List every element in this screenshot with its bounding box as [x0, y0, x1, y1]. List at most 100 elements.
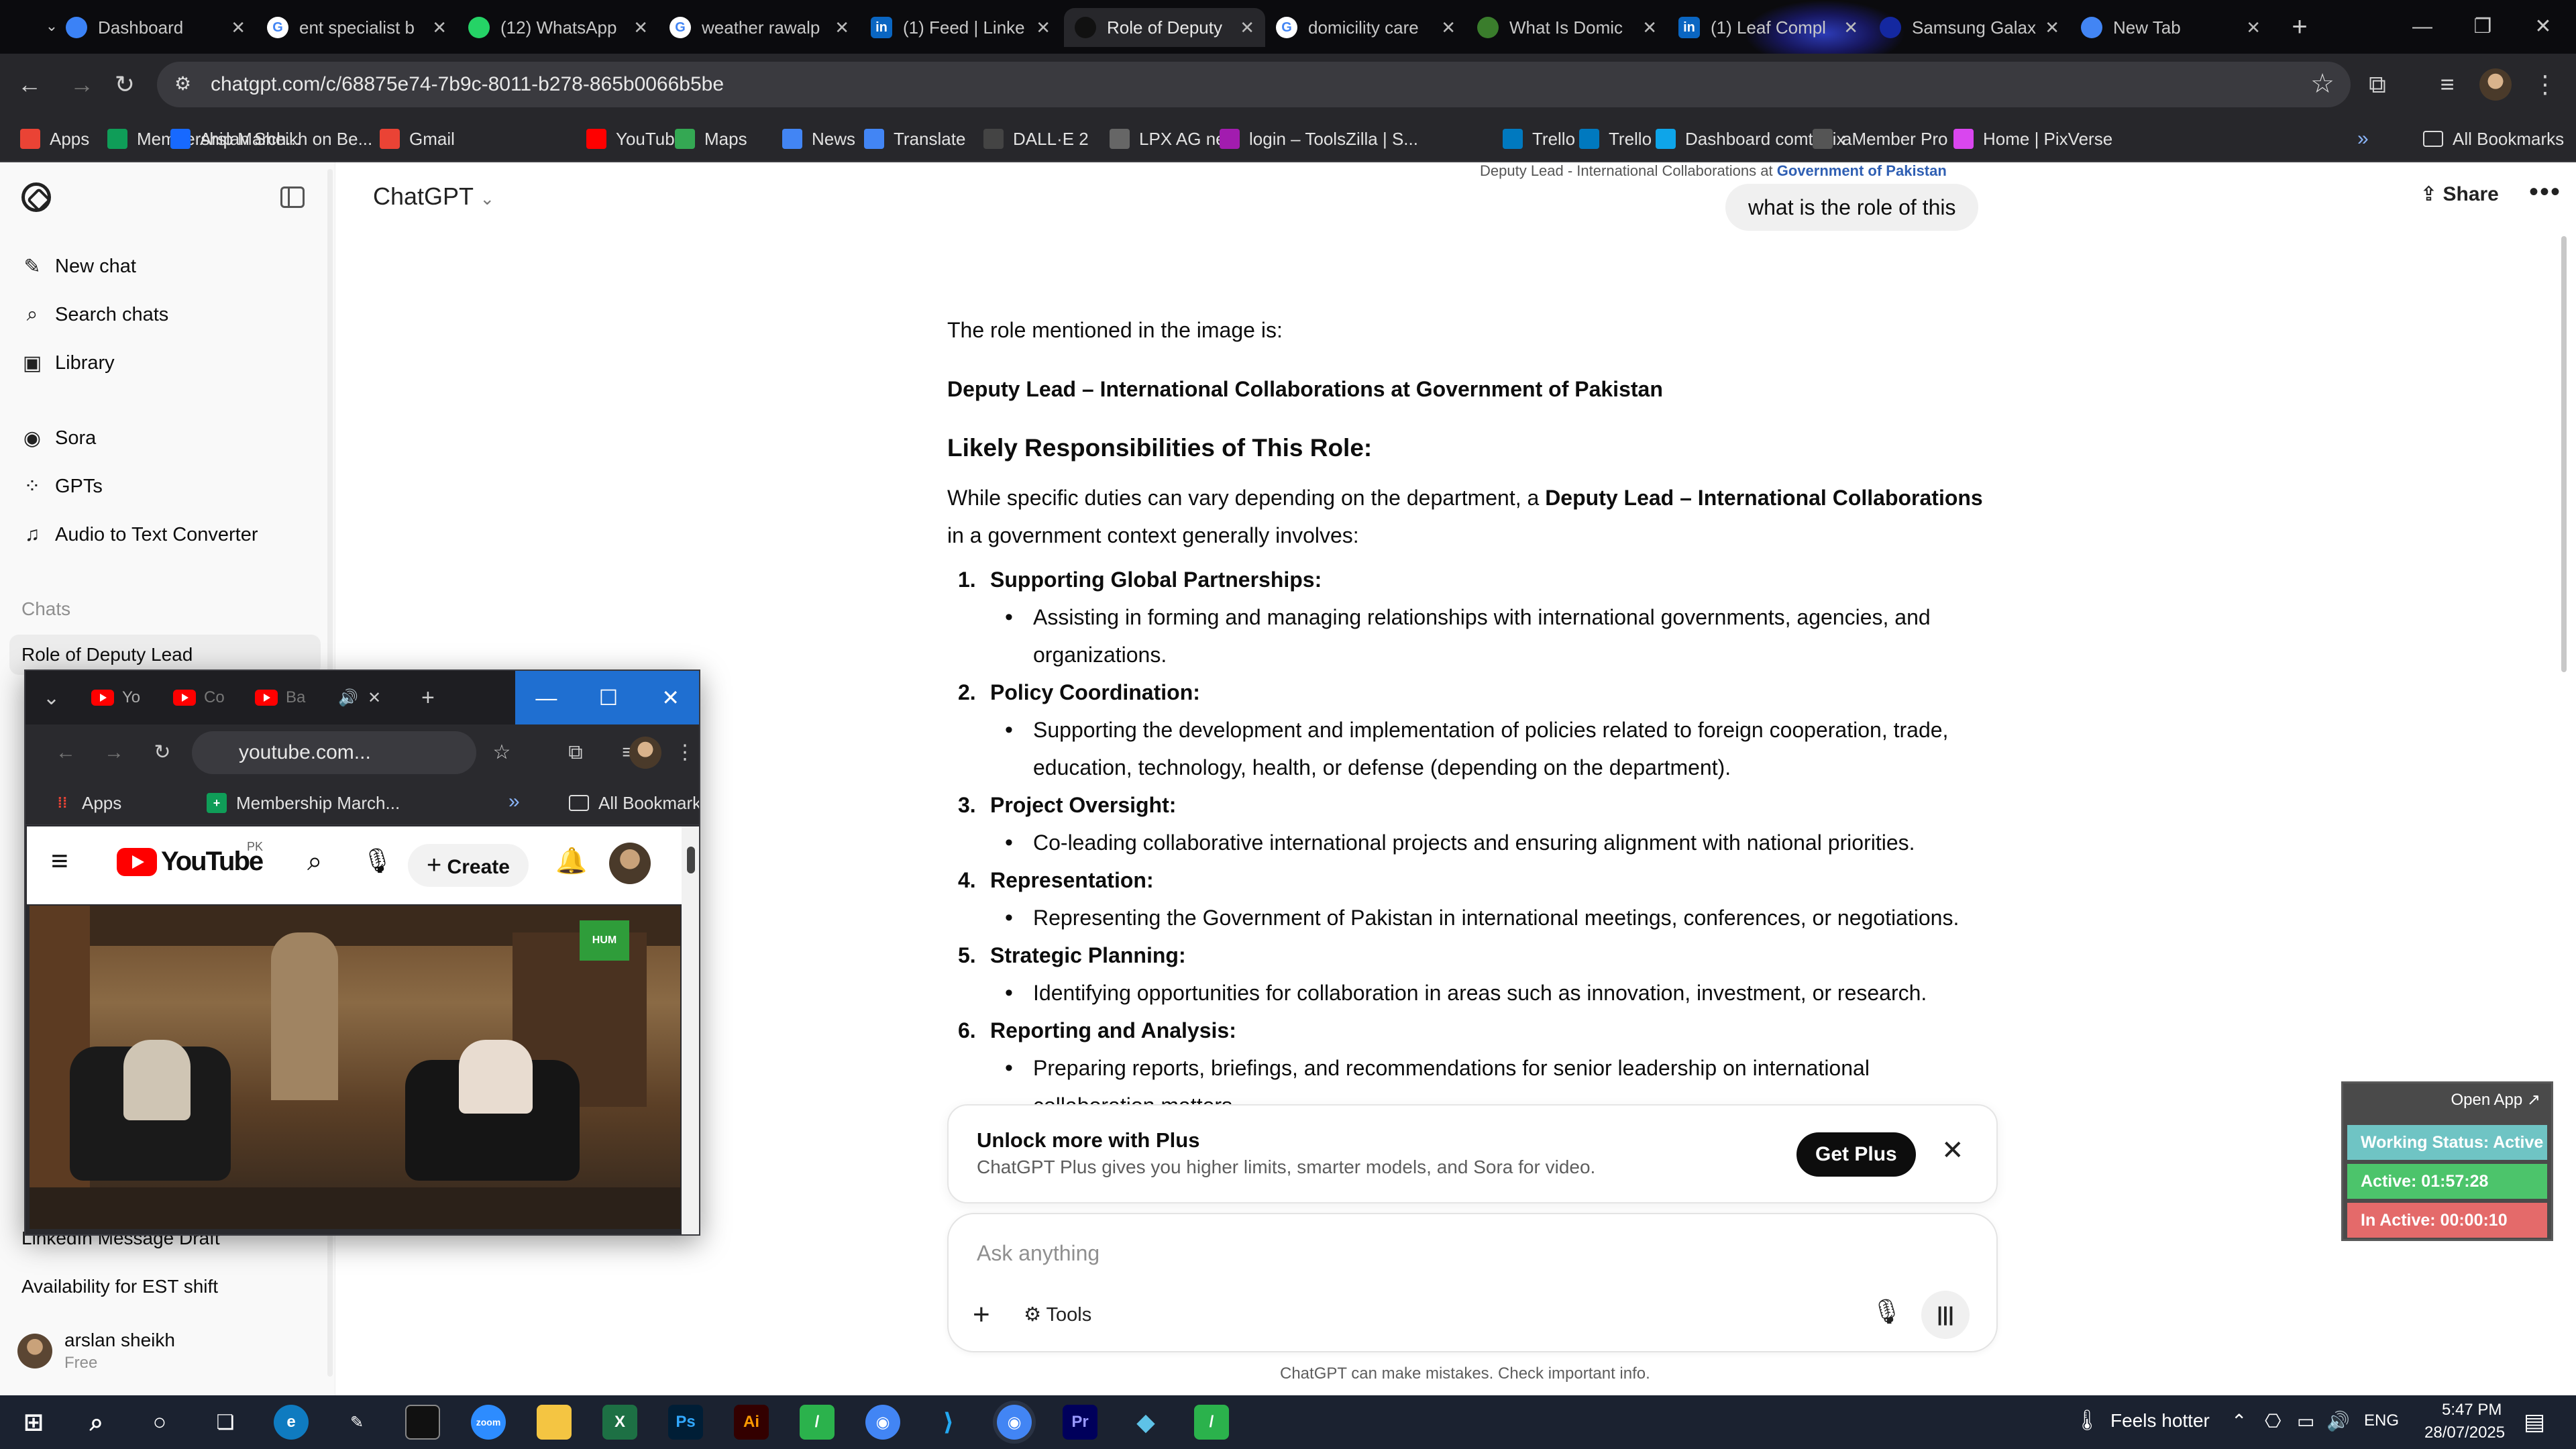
- reload-icon[interactable]: ↻: [106, 66, 144, 103]
- mini-tab[interactable]: Ba: [255, 686, 305, 710]
- sidebar-item-gpts[interactable]: ⁘ GPTs: [20, 470, 102, 503]
- browser-tab[interactable]: Gent specialist b ✕: [256, 8, 458, 47]
- tab-close-icon[interactable]: ✕: [1642, 17, 1657, 38]
- photoshop-icon[interactable]: Ps: [668, 1405, 703, 1440]
- openai-logo-icon[interactable]: [21, 182, 51, 212]
- sidebar-item-library[interactable]: ▣ Library: [20, 346, 115, 380]
- voice-mode-icon[interactable]: |||: [1921, 1291, 1970, 1339]
- terminal-icon[interactable]: [405, 1405, 440, 1440]
- bookmark-item[interactable]: DALL·E 2: [983, 125, 1089, 153]
- task-view-icon[interactable]: ❏: [208, 1405, 243, 1440]
- network-icon[interactable]: ▭: [2297, 1410, 2314, 1432]
- excel-icon[interactable]: X: [602, 1405, 637, 1440]
- bookmark-item[interactable]: LPX AG new: [1110, 125, 1238, 153]
- pen-tool-icon[interactable]: ✎: [339, 1405, 374, 1440]
- bookmark-item[interactable]: Apps: [20, 125, 89, 153]
- profile-avatar[interactable]: [2479, 68, 2512, 101]
- bookmark-item[interactable]: Gmail: [380, 125, 455, 153]
- tab-close-icon[interactable]: ✕: [231, 17, 246, 38]
- youtube-logo[interactable]: YouTube PK: [117, 840, 264, 877]
- camtasia-icon[interactable]: /: [800, 1405, 835, 1440]
- illustrator-icon[interactable]: Ai: [734, 1405, 769, 1440]
- browser-tab[interactable]: Gweather rawalp ✕: [659, 8, 860, 47]
- minimize-button[interactable]: —: [2392, 7, 2453, 47]
- sidebar-item-sora[interactable]: ◉ Sora: [20, 421, 96, 455]
- bookmark-item[interactable]: YouTube: [586, 125, 684, 153]
- app-diamond-icon[interactable]: ◆: [1128, 1405, 1163, 1440]
- mini-back-icon[interactable]: ←: [47, 734, 85, 771]
- browser-tab[interactable]: in (1) Feed | Linke ✕: [860, 8, 1061, 47]
- prompt-input[interactable]: Ask anything: [977, 1241, 1099, 1266]
- bookmark-item[interactable]: aMember Pro: [1813, 125, 1948, 153]
- tab-close-icon[interactable]: ✕: [1441, 17, 1456, 38]
- all-bookmarks[interactable]: All Bookmarks: [2423, 125, 2564, 153]
- tab-close-icon[interactable]: ✕: [633, 17, 648, 38]
- premiere-icon[interactable]: Pr: [1063, 1405, 1097, 1440]
- user-account-button[interactable]: arslan sheikh Free: [17, 1330, 175, 1373]
- site-info-icon[interactable]: ⚙: [174, 72, 199, 97]
- mini-extensions-icon[interactable]: ⧉: [557, 734, 594, 771]
- bookmark-item[interactable]: login – ToolsZilla | S...: [1220, 125, 1418, 153]
- browser-tab[interactable]: New Tab ✕: [2070, 8, 2271, 47]
- windows-start-icon[interactable]: ⊞: [16, 1405, 51, 1440]
- tab-close-icon[interactable]: ✕: [432, 17, 447, 38]
- new-tab-button[interactable]: +: [2285, 13, 2314, 43]
- tray-chevron-icon[interactable]: ⌃: [2231, 1410, 2247, 1432]
- tab-close-icon[interactable]: ✕: [835, 17, 849, 38]
- bookmark-star-icon[interactable]: ☆: [2310, 68, 2334, 99]
- forward-icon[interactable]: →: [63, 66, 101, 103]
- main-scrollbar[interactable]: [2561, 236, 2567, 672]
- search-icon[interactable]: ⌕: [79, 1405, 114, 1440]
- tray-app-icon[interactable]: ⎔: [2265, 1410, 2281, 1432]
- mini-tab[interactable]: Co: [173, 686, 225, 710]
- attach-plus-icon[interactable]: +: [973, 1300, 990, 1330]
- browser-tab[interactable]: Gdomicility care ✕: [1265, 8, 1466, 47]
- bookmark-item[interactable]: Translate: [864, 125, 965, 153]
- browser-tab[interactable]: Dashboard ✕: [55, 8, 256, 47]
- browser-tab[interactable]: (12) WhatsApp ✕: [458, 8, 659, 47]
- chrome-icon[interactable]: ◉: [865, 1405, 900, 1440]
- media-controls-icon[interactable]: ≡: [2428, 66, 2466, 103]
- address-bar[interactable]: ⚙ chatgpt.com/c/68875e74-7b9c-8011-b278-…: [157, 62, 2351, 107]
- language-indicator[interactable]: ENG: [2364, 1411, 2399, 1430]
- bookmark-item[interactable]: News: [782, 125, 855, 153]
- mini-minimize-button[interactable]: —: [515, 671, 578, 724]
- notifications-icon[interactable]: ▤: [2524, 1409, 2545, 1436]
- mini-scroll-thumb[interactable]: [687, 847, 695, 873]
- mini-maximize-button[interactable]: ☐: [578, 671, 640, 724]
- sidebar-item-new-chat[interactable]: ✎ New chat: [20, 250, 136, 283]
- mini-address-bar[interactable]: youtube.com...: [192, 731, 476, 774]
- volume-icon[interactable]: 🔊: [2326, 1410, 2350, 1432]
- mini-all-bookmarks[interactable]: All Bookmarks: [569, 789, 699, 817]
- mini-more-bookmarks-icon[interactable]: »: [508, 788, 520, 816]
- edge-icon[interactable]: e: [274, 1405, 309, 1440]
- share-button[interactable]: ⇪ Share: [2420, 182, 2499, 206]
- sidebar-toggle-icon[interactable]: [280, 186, 305, 208]
- close-window-button[interactable]: ✕: [2513, 7, 2573, 47]
- bookmark-item[interactable]: Trello: [1503, 125, 1575, 153]
- youtube-avatar[interactable]: [609, 843, 651, 884]
- mini-reload-icon[interactable]: ↻: [144, 734, 181, 771]
- mini-bookmark-apps[interactable]: ⁞⁞ Apps: [52, 789, 122, 817]
- browser-tab[interactable]: What Is Domic ✕: [1466, 8, 1668, 47]
- weather-icon[interactable]: 🌡: [2074, 1409, 2100, 1432]
- mini-new-tab-button[interactable]: +: [421, 685, 435, 710]
- clock-time[interactable]: 5:47 PM: [2442, 1401, 2502, 1419]
- mini-tab-list-icon[interactable]: ⌄: [43, 686, 60, 710]
- audio-playing-icon[interactable]: 🔊: [338, 686, 358, 710]
- browser-tab[interactable]: Samsung Galax ✕: [1869, 8, 2070, 47]
- chrome-menu-icon[interactable]: ⋮: [2526, 66, 2564, 103]
- restore-button[interactable]: ❐: [2453, 7, 2513, 47]
- mini-scrollbar[interactable]: [682, 826, 699, 1234]
- bookmark-item[interactable]: Home | PixVerse: [1953, 125, 2112, 153]
- bookmark-item[interactable]: Trello: [1579, 125, 1652, 153]
- mini-forward-icon[interactable]: →: [95, 734, 133, 771]
- chat-item[interactable]: Availability for EST shift: [21, 1276, 218, 1297]
- tab-close-icon[interactable]: ✕: [2246, 17, 2261, 38]
- sidebar-item-audio-to-text[interactable]: ♫ Audio to Text Converter: [20, 518, 258, 551]
- vscode-icon[interactable]: ⟩: [931, 1405, 966, 1440]
- close-icon[interactable]: ✕: [1941, 1135, 1964, 1166]
- hamburger-menu-icon[interactable]: ≡: [51, 847, 68, 876]
- search-icon[interactable]: ⌕: [307, 847, 322, 877]
- chat-item-selected[interactable]: Role of Deputy Lead: [9, 635, 321, 675]
